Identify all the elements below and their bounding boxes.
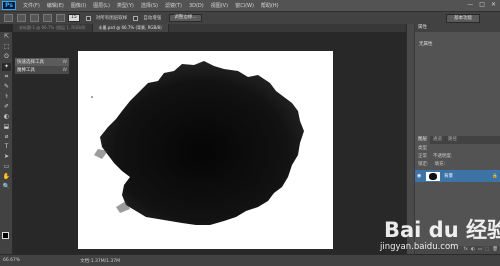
menu-image[interactable]: 图像(I): [71, 2, 86, 9]
add-to-selection-icon[interactable]: [30, 14, 39, 22]
menu-layer[interactable]: 图层(L): [93, 2, 110, 9]
tab-document-2[interactable]: 水墨.psd @ 66.7% (背景, RGB/8): [92, 24, 169, 32]
tab-properties[interactable]: 属性: [415, 24, 500, 32]
fill-label: 填充:: [434, 162, 446, 167]
tab-layers[interactable]: 图层: [415, 136, 430, 144]
lasso-tool-icon[interactable]: ʘ: [2, 53, 11, 61]
magic-wand-tool-option[interactable]: 魔棒工具 W: [15, 66, 69, 74]
window-controls: — □ ✕: [467, 1, 496, 8]
brush-size-field[interactable]: 15: [68, 14, 80, 22]
menu-window[interactable]: 窗口(W): [235, 2, 254, 9]
marquee-tool-icon[interactable]: ⬚: [2, 43, 11, 51]
menu-edit[interactable]: 编辑(E): [47, 2, 64, 9]
crop-tool-icon[interactable]: ⌗: [2, 73, 11, 81]
minimize-icon[interactable]: —: [467, 1, 473, 8]
zoom-level[interactable]: 66.67%: [3, 258, 20, 263]
visibility-eye-icon[interactable]: ◉: [417, 173, 423, 179]
tab-paths[interactable]: 路径: [445, 136, 460, 144]
layer-filter-row[interactable]: 类型: [415, 145, 500, 153]
lock-row: 锁定: 填充:: [415, 161, 500, 169]
ink-blot-image: [91, 61, 304, 225]
tool-preset-icon[interactable]: [4, 14, 13, 22]
menu-bar: Ps 文件(F) 编辑(E) 图像(I) 图层(L) 类型(Y) 选择(S) 滤…: [0, 0, 500, 11]
layer-row-background[interactable]: ◉ 背景 🔒: [415, 170, 500, 182]
menu-3d[interactable]: 3D(D): [189, 3, 204, 9]
quick-selection-tool-icon[interactable]: ✦: [2, 63, 11, 71]
menu-help[interactable]: 帮助(H): [261, 2, 279, 9]
blend-mode-select[interactable]: 正常: [418, 153, 427, 161]
auto-enhance-checkbox[interactable]: [133, 15, 139, 21]
lock-label: 锁定:: [418, 162, 429, 167]
zoom-tool-icon[interactable]: 🔍: [2, 183, 11, 191]
document-size[interactable]: 文档:1.37M/1.37M: [80, 258, 120, 264]
foreground-color-swatch[interactable]: [2, 232, 9, 239]
brush-picker-icon[interactable]: [56, 14, 65, 22]
shape-tool-icon[interactable]: ▭: [2, 163, 11, 171]
shortcut-key: W: [62, 67, 67, 73]
menu-file[interactable]: 文件(F): [23, 2, 40, 9]
subtract-selection-icon[interactable]: [43, 14, 52, 22]
tab-channels[interactable]: 通道: [430, 136, 445, 144]
maximize-icon[interactable]: □: [479, 1, 485, 8]
document-tabs: 未标题-1 @ 66.7% (图层 1, RGB/8) 水墨.psd @ 66.…: [13, 24, 406, 32]
quick-selection-tool-option[interactable]: 快速选择工具 W: [15, 58, 69, 66]
refine-edge-button[interactable]: 调整边缘...: [169, 14, 202, 22]
move-tool-icon[interactable]: ⇱: [2, 33, 11, 41]
sample-all-layers-label: 对所有图层取样: [95, 16, 128, 21]
brush-tool-icon[interactable]: ✐: [2, 103, 11, 111]
options-bar: 15 对所有图层取样 自动增强 调整边缘... 基本功能: [0, 11, 500, 24]
baidu-jingyan-watermark: Bai du 经验 jingyan.baidu.com: [378, 214, 500, 264]
quick-selection-tool-label: 快速选择工具: [17, 60, 44, 65]
menu-type[interactable]: 类型(Y): [117, 2, 134, 9]
hand-tool-icon[interactable]: ✋: [2, 173, 11, 181]
sample-all-layers-checkbox[interactable]: [85, 15, 91, 21]
menu-filter[interactable]: 滤镜(T): [165, 2, 182, 9]
auto-enhance-label: 自动增强: [143, 16, 162, 21]
photoshop-logo: Ps: [2, 1, 16, 10]
tools-panel: ⇱ ⬚ ʘ ✦ ⌗ ✎ ⚕ ✐ ◐ ⬓ ⌀ T ➤ ▭ ✋ 🔍: [0, 32, 13, 254]
workspace-switcher[interactable]: 基本功能: [446, 14, 480, 23]
clone-stamp-tool-icon[interactable]: ◐: [2, 113, 11, 121]
path-selection-tool-icon[interactable]: ➤: [2, 153, 11, 161]
shortcut-key: W: [62, 59, 67, 65]
menu-select[interactable]: 选择(S): [141, 2, 158, 9]
document-canvas[interactable]: [78, 51, 333, 249]
tab-document-1[interactable]: 未标题-1 @ 66.7% (图层 1, RGB/8): [13, 24, 93, 32]
layer-kind-select[interactable]: 类型: [418, 145, 427, 153]
watermark-url: jingyan.baidu.com: [380, 242, 459, 252]
layer-thumbnail: [426, 171, 440, 181]
layer-name: 背景: [444, 174, 453, 179]
menu-view[interactable]: 视图(V): [211, 2, 228, 9]
lock-icon: 🔒: [492, 173, 498, 179]
dodge-tool-icon[interactable]: ⌀: [2, 133, 11, 141]
canvas-area[interactable]: [13, 32, 406, 254]
layers-panel-tabs: 图层 通道 路径: [415, 136, 500, 144]
healing-tool-icon[interactable]: ⚕: [2, 93, 11, 101]
quick-selection-tool-flyout: 快速选择工具 W 魔棒工具 W: [14, 57, 70, 75]
type-tool-icon[interactable]: T: [2, 143, 11, 151]
no-properties-label: 无属性: [419, 42, 433, 47]
close-icon[interactable]: ✕: [491, 1, 496, 8]
magic-wand-tool-label: 魔棒工具: [17, 68, 35, 73]
eraser-tool-icon[interactable]: ⬓: [2, 123, 11, 131]
blend-mode-row: 正常 不透明度:: [415, 153, 500, 161]
new-selection-icon[interactable]: [17, 14, 26, 22]
properties-panel: 无属性: [415, 32, 500, 132]
baidu-logo: Bai du 经验: [384, 218, 500, 242]
opacity-label: 不透明度:: [433, 154, 453, 159]
eyedropper-tool-icon[interactable]: ✎: [2, 83, 11, 91]
